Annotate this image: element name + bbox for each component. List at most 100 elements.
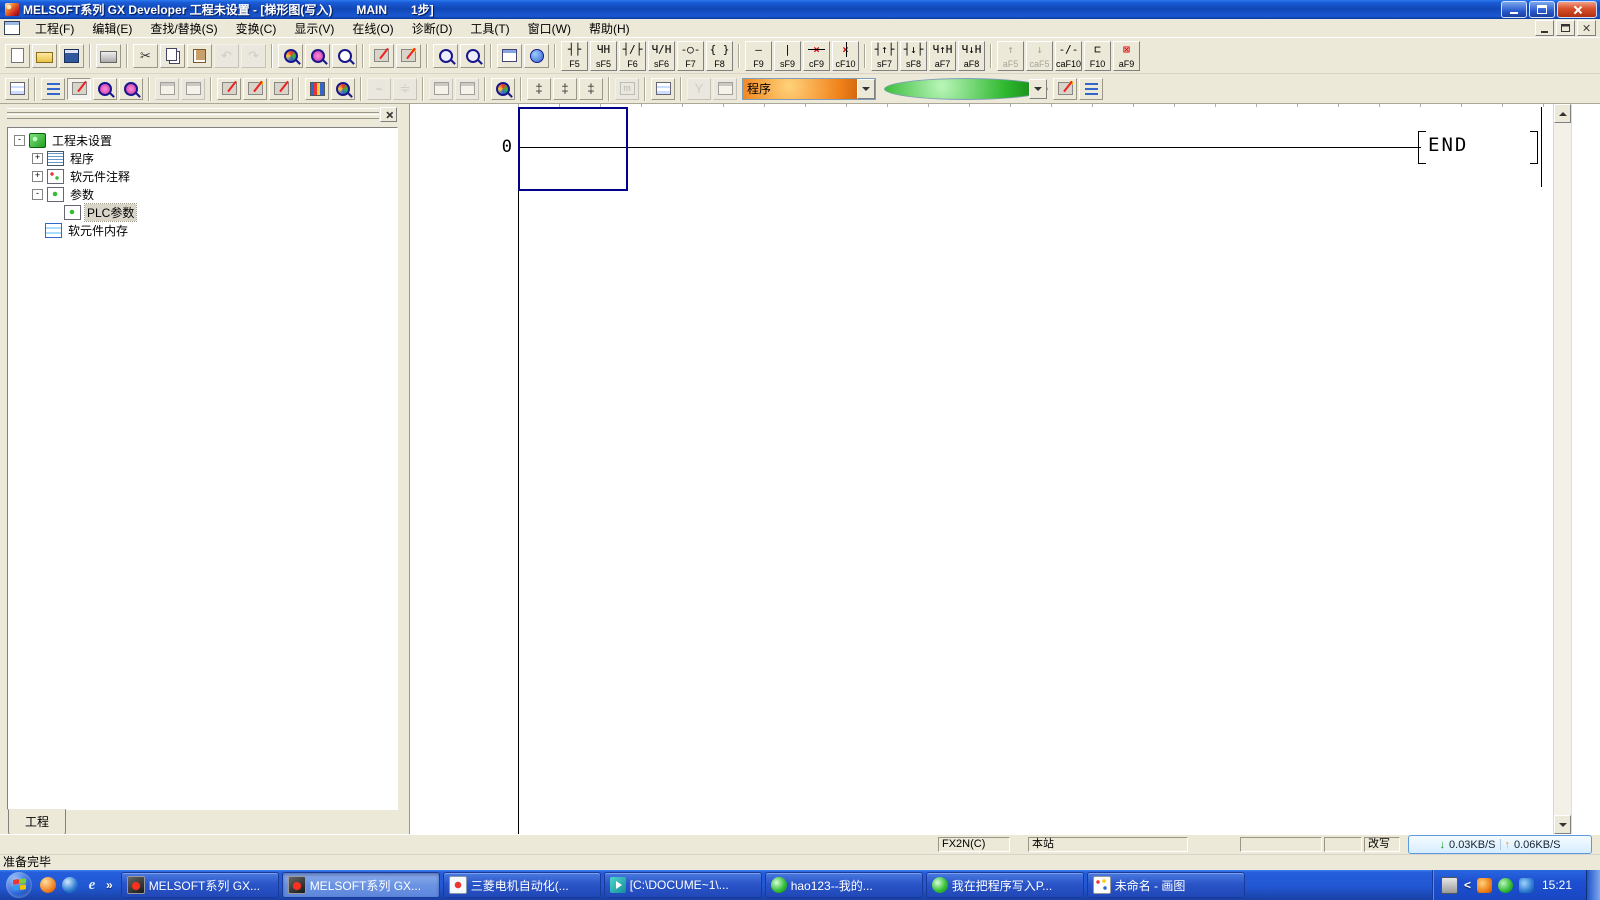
fkey-af9-delete-line[interactable]: ⊠aF9 xyxy=(1113,41,1140,71)
fkey-f5-open-contact[interactable]: ┤├F5 xyxy=(561,41,588,71)
expander-collapse-icon[interactable]: - xyxy=(14,135,25,146)
close-button[interactable] xyxy=(1557,1,1597,18)
find-contact-coil-button[interactable] xyxy=(433,44,458,68)
fkey-sf5-parallel-open-contact[interactable]: ЧНsF5 xyxy=(590,41,617,71)
statement-display-button[interactable] xyxy=(1079,78,1103,100)
taskbar-button-mitsubishi-doc[interactable]: 三菱电机自动化(... xyxy=(443,872,601,898)
taskbar-button-media-player[interactable]: [C:\DOCUME~1\... xyxy=(604,872,762,898)
online-read-button[interactable] xyxy=(243,78,267,100)
printer-tray-icon[interactable] xyxy=(1441,877,1458,894)
tree-item-parameter[interactable]: - 参数 xyxy=(8,185,397,203)
comment-display-button[interactable] xyxy=(1053,78,1077,100)
network-speed-widget[interactable]: 0.03KB/S 0.06KB/S xyxy=(1408,835,1592,854)
read-mode-button[interactable] xyxy=(93,78,117,100)
fkey-f6-closed-contact[interactable]: ┤/├F6 xyxy=(619,41,646,71)
vertical-scrollbar[interactable] xyxy=(1553,104,1571,834)
quick-launch-messenger-icon[interactable] xyxy=(62,877,78,893)
combo-dropdown-button[interactable] xyxy=(1029,79,1047,99)
find-button[interactable] xyxy=(278,44,303,68)
fkey-caf10-invert-result[interactable]: -/-caF10 xyxy=(1055,41,1082,71)
copy-button[interactable] xyxy=(160,44,185,68)
device-test-button[interactable]: ‡ xyxy=(579,78,603,100)
fkey-sf8-falling-pulse[interactable]: ┤↓├sF8 xyxy=(900,41,927,71)
taskbar-button-chat[interactable]: 我在把程序写入P... xyxy=(926,872,1084,898)
mdi-child-icon[interactable] xyxy=(4,21,20,35)
step-pause-button[interactable]: ≑ xyxy=(393,78,417,100)
fkey-cf9-delete-horizontal-line[interactable]: ×cF9 xyxy=(803,41,830,71)
tile-windows-button[interactable] xyxy=(455,78,479,100)
scroll-down-button[interactable] xyxy=(1554,815,1571,834)
quick-launch-chevron[interactable]: » xyxy=(106,878,113,892)
minimize-button[interactable] xyxy=(1501,1,1527,18)
combo-dropdown-button[interactable] xyxy=(857,79,875,99)
menu-edit[interactable]: 编辑(E) xyxy=(83,19,141,38)
menu-convert[interactable]: 变换(C) xyxy=(227,19,286,38)
expander-collapse-icon[interactable]: - xyxy=(32,189,43,200)
fkey-caf5-falling-pulse-op[interactable]: ↓caF5 xyxy=(1026,41,1053,71)
show-desktop-strip[interactable] xyxy=(1586,870,1600,900)
monitor-mode-button-2[interactable] xyxy=(155,78,179,100)
menu-window[interactable]: 窗口(W) xyxy=(519,19,580,38)
find-device-button[interactable] xyxy=(305,44,330,68)
tree-item-label[interactable]: 工程未设置 xyxy=(50,132,114,149)
tree-item-label[interactable]: 软元件内存 xyxy=(66,222,130,239)
paste-button[interactable] xyxy=(187,44,212,68)
mdi-close-button[interactable] xyxy=(1577,20,1596,36)
ladder-logic-test-button[interactable] xyxy=(5,78,29,100)
fkey-af5-rising-pulse-op[interactable]: ↑aF5 xyxy=(997,41,1024,71)
fkey-f7-coil[interactable]: -○-F7 xyxy=(677,41,704,71)
fkey-sf7-rising-pulse[interactable]: ┤↑├sF7 xyxy=(871,41,898,71)
tree-item-project-root[interactable]: - 工程未设置 xyxy=(8,131,397,149)
print-button[interactable] xyxy=(96,44,121,68)
tray-shield-icon[interactable] xyxy=(1519,878,1534,893)
undo-button[interactable]: ↶ xyxy=(214,44,239,68)
online-write-button[interactable] xyxy=(217,78,241,100)
fkey-sf6-parallel-closed-contact[interactable]: Ч/НsF6 xyxy=(648,41,675,71)
device-registration-monitor-button[interactable]: ‡ xyxy=(553,78,577,100)
tree-item-device-memory[interactable]: 软元件内存 xyxy=(8,221,397,239)
find-string-button[interactable] xyxy=(332,44,357,68)
start-button[interactable] xyxy=(6,872,32,898)
tray-collapse-chevron[interactable]: < xyxy=(1464,878,1471,892)
fkey-f9-horizontal-line[interactable]: —F9 xyxy=(745,41,772,71)
replace-string-button[interactable] xyxy=(396,44,421,68)
mdi-restore-button[interactable] xyxy=(1556,20,1575,36)
write-mode-button[interactable] xyxy=(119,78,143,100)
tree-item-device-comment[interactable]: + 软元件注释 xyxy=(8,167,397,185)
monitor-mode-button[interactable] xyxy=(524,44,549,68)
mdi-minimize-button[interactable] xyxy=(1535,20,1554,36)
device-batch-monitor-button[interactable]: ‡ xyxy=(527,78,551,100)
open-project-button[interactable] xyxy=(32,44,57,68)
save-project-button[interactable] xyxy=(59,44,84,68)
taskbar-button-melsoft-2-active[interactable]: MELSOFT系列 GX... xyxy=(282,872,440,898)
tree-item-label[interactable]: 软元件注释 xyxy=(68,168,132,185)
project-data-list-toggle-button[interactable] xyxy=(41,78,65,100)
fkey-cf10-delete-vertical-line[interactable]: ×cF10 xyxy=(832,41,859,71)
buffer-memory-monitor-button[interactable]: m xyxy=(615,78,639,100)
fkey-f10-draw-line[interactable]: ⊏F10 xyxy=(1084,41,1111,71)
fkey-sf9-vertical-line[interactable]: |sF9 xyxy=(774,41,801,71)
macro-button[interactable] xyxy=(651,78,675,100)
tree-item-plc-parameter[interactable]: PLC参数 xyxy=(8,203,397,221)
taskbar-button-hao123[interactable]: hao123--我的... xyxy=(765,872,923,898)
sampling-trace-button[interactable]: Y xyxy=(687,78,711,100)
taskbar-button-melsoft-1[interactable]: MELSOFT系列 GX... xyxy=(121,872,279,898)
replace-device-button[interactable] xyxy=(369,44,394,68)
menu-diagnostics[interactable]: 诊断(D) xyxy=(403,19,462,38)
online-verify-button[interactable] xyxy=(269,78,293,100)
fkey-f8-application-instruction[interactable]: { }F8 xyxy=(706,41,733,71)
step-run-button[interactable]: ⌁ xyxy=(367,78,391,100)
panel-header[interactable] xyxy=(0,104,405,125)
entry-data-monitor-button[interactable] xyxy=(331,78,355,100)
edit-mode-button[interactable] xyxy=(67,78,91,100)
taskbar-button-paint[interactable]: 未命名 - 画图 xyxy=(1087,872,1245,898)
program-list-monitor-button[interactable] xyxy=(713,78,737,100)
quick-launch-ie-icon[interactable] xyxy=(84,877,100,893)
restore-button[interactable] xyxy=(1529,1,1555,18)
tree-item-label[interactable]: 程序 xyxy=(68,150,96,167)
redo-button[interactable]: ↷ xyxy=(241,44,266,68)
menu-help[interactable]: 帮助(H) xyxy=(580,19,639,38)
parameter-setting-button[interactable] xyxy=(305,78,329,100)
project-data-list-button[interactable] xyxy=(497,44,522,68)
device-select-combo[interactable] xyxy=(884,78,1048,100)
